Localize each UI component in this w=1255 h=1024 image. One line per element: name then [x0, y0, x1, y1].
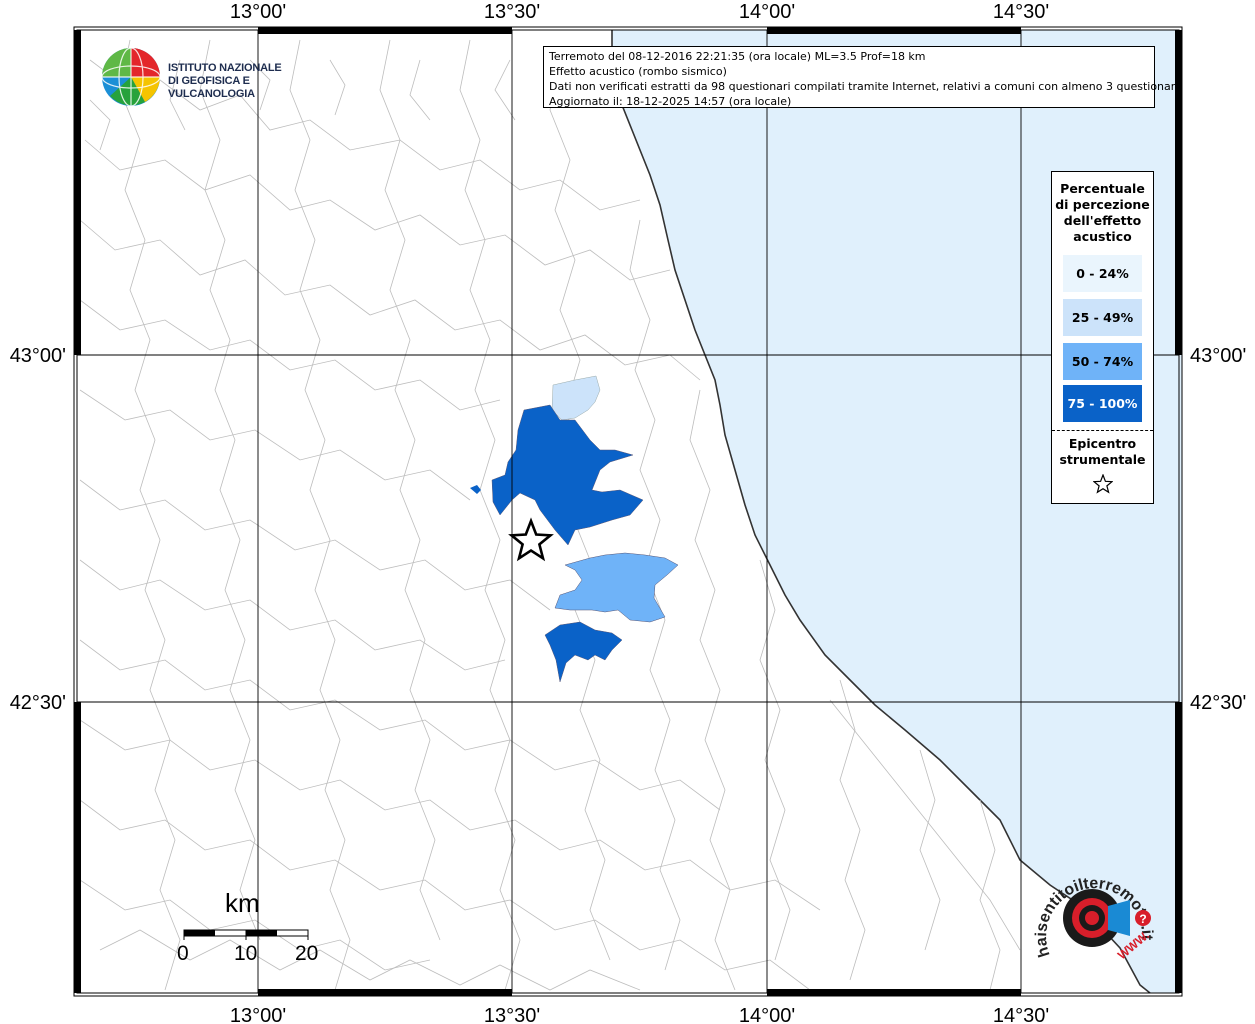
scale-bar: km 0 10 20 — [172, 888, 332, 968]
scale-tick: 10 — [234, 942, 258, 965]
longitude-labels-top: 13°00' 13°30' 14°00' 14°30' — [230, 1, 1049, 23]
scale-tick: 20 — [295, 942, 319, 965]
legend-item-75-100: 75 - 100% — [1063, 385, 1142, 422]
globe-logo-icon — [101, 47, 161, 107]
svg-text:?: ? — [1139, 912, 1146, 926]
legend-item-50-74: 50 - 74% — [1063, 343, 1142, 380]
lat-label-left: 42°30' — [10, 692, 66, 714]
legend-title-line: di percezione — [1055, 197, 1150, 212]
lon-label-top: 14°00' — [739, 1, 795, 23]
ingv-logo: ISTITUTO NAZIONALE DI GEOFISICA E VULCAN… — [100, 46, 310, 110]
lon-label-top: 14°30' — [993, 1, 1049, 23]
event-data-note: Dati non verificati estratti da 98 quest… — [549, 80, 1182, 93]
ingv-logo-text: ISTITUTO NAZIONALE DI GEOFISICA E VULCAN… — [168, 62, 310, 101]
event-info-box: Terremoto del 08-12-2016 22:21:35 (ora l… — [543, 46, 1182, 108]
legend-item-0-24: 0 - 24% — [1063, 255, 1142, 292]
legend-epicenter-label: Epicentro strumentale — [1052, 436, 1153, 468]
latitude-labels-left: 43°00' 42°30' — [10, 345, 66, 714]
legend: Percentuale di percezione dell'effetto a… — [1051, 171, 1154, 504]
legend-title: Percentuale di percezione dell'effetto a… — [1052, 181, 1153, 245]
lat-label-left: 43°00' — [10, 345, 66, 367]
event-effect: Effetto acustico (rombo sismico) — [549, 65, 727, 78]
lat-label-right: 43°00' — [1190, 345, 1246, 367]
legend-title-line: Percentuale — [1060, 181, 1145, 196]
legend-epicenter-line: strumentale — [1059, 452, 1146, 467]
legend-title-line: acustico — [1073, 229, 1132, 244]
lon-label-bottom: 13°00' — [230, 1005, 286, 1024]
longitude-labels-bottom: 13°00' 13°30' 14°00' 14°30' — [230, 1005, 1049, 1024]
legend-item-25-49: 25 - 49% — [1063, 299, 1142, 336]
scale-unit: km — [225, 888, 260, 918]
legend-title-line: dell'effetto — [1063, 213, 1142, 228]
event-title: Terremoto del 08-12-2016 22:21:35 (ora l… — [549, 50, 926, 63]
legend-epicenter-line: Epicentro — [1068, 436, 1137, 451]
lat-label-right: 42°30' — [1190, 692, 1246, 714]
ingv-line-1: ISTITUTO NAZIONALE — [168, 62, 282, 74]
legend-separator — [1052, 430, 1153, 431]
lon-label-bottom: 14°00' — [739, 1005, 795, 1024]
ingv-line-2: DI GEOFISICA E VULCANOLOGIA — [168, 75, 255, 100]
lon-label-top: 13°30' — [484, 1, 540, 23]
lon-label-bottom: 13°30' — [484, 1005, 540, 1024]
event-updated: Aggiornato il: 18-12-2025 14:57 (ora loc… — [549, 95, 792, 108]
haisentito-logo: haisentitoilterremoto.it ? WWW. — [1030, 860, 1160, 980]
lon-label-top: 13°00' — [230, 1, 286, 23]
megaphone-icon — [1108, 900, 1130, 936]
legend-star-icon — [1052, 473, 1153, 498]
lon-label-bottom: 14°30' — [993, 1005, 1049, 1024]
scale-tick: 0 — [177, 942, 189, 965]
latitude-labels-right: 43°00' 42°30' — [1190, 345, 1246, 714]
